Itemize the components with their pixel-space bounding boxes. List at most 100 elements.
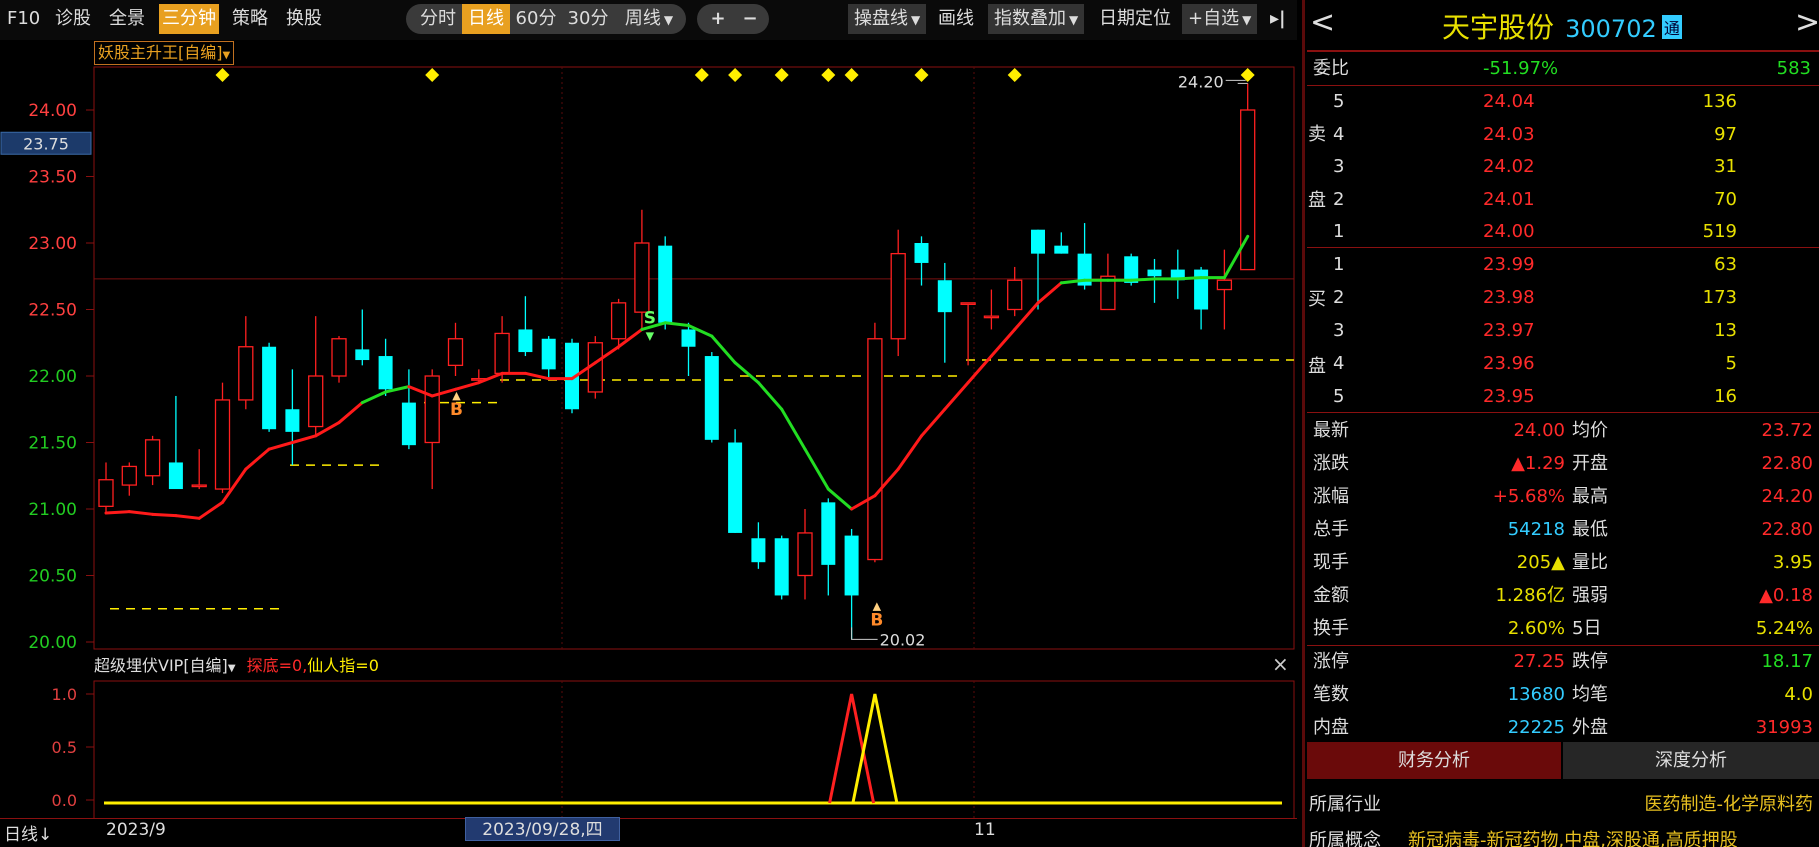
sub-indicator-param-2: 仙人指=0 xyxy=(307,656,379,675)
buy-order-row[interactable]: 2 23.98 173 xyxy=(1307,281,1819,314)
close-icon[interactable]: × xyxy=(1272,652,1289,676)
sell-order-row[interactable]: 1 24.00 519 xyxy=(1307,215,1819,248)
stat-label: 换手 xyxy=(1313,618,1349,639)
weibi-label: 委比 xyxy=(1313,58,1349,79)
period-intraday[interactable]: 分时 xyxy=(416,4,460,34)
industry-value[interactable]: 医药制造-化学原料药 xyxy=(1645,790,1814,816)
stat-value: 24.00 xyxy=(1513,420,1565,441)
indicator-label-main[interactable]: 妖股主升王[自编]▼ xyxy=(94,41,235,65)
candle-body-up xyxy=(308,375,324,428)
weibi-diff: 583 xyxy=(1776,58,1811,79)
diagnose-button[interactable]: 诊股 xyxy=(55,4,91,34)
period-weekly[interactable]: 周线 ▼ xyxy=(618,4,680,34)
industry-label: 所属行业 xyxy=(1309,794,1381,815)
stat-row: 涨停 27.25 跌停 18.17 xyxy=(1307,645,1819,678)
signal-diamond xyxy=(215,68,230,82)
index-overlay-dropdown[interactable]: 指数叠加 ▼ xyxy=(988,4,1085,34)
candle-body-down xyxy=(262,346,277,430)
tab-depth-analysis[interactable]: 深度分析 xyxy=(1563,742,1819,779)
add-watchlist-dropdown[interactable]: +自选 ▼ xyxy=(1182,4,1258,34)
stat-value: 22225 xyxy=(1507,717,1565,738)
stat-label: 外盘 xyxy=(1572,717,1608,738)
three-minute-button[interactable]: 三分钟 xyxy=(159,4,219,34)
order-volume: 70 xyxy=(1714,188,1737,210)
ma-line-segment xyxy=(780,407,807,451)
order-price: 24.03 xyxy=(1483,123,1535,145)
sell-order-row[interactable]: 5 24.04 136 xyxy=(1307,85,1819,118)
order-level: 1 xyxy=(1333,254,1345,275)
signal-diamond xyxy=(844,68,859,82)
candle-body-up xyxy=(494,332,510,374)
draw-button[interactable]: 画线 xyxy=(938,4,974,34)
chevron-down-icon[interactable]: ▼ xyxy=(228,663,236,674)
panorama-button[interactable]: 全景 xyxy=(109,4,145,34)
ma-line-segment xyxy=(523,371,551,381)
buy-order-row[interactable]: 5 23.95 16 xyxy=(1307,380,1819,413)
candle-body-down xyxy=(1194,269,1209,310)
arrow-down-icon: ↓ xyxy=(38,825,53,845)
period-switch[interactable]: 日线↓ xyxy=(4,820,52,845)
y-tick-label: 20.50 xyxy=(28,567,77,587)
ma-line-segment xyxy=(337,401,364,425)
stat-label: 5日 xyxy=(1572,618,1602,639)
sell-order-row[interactable]: 3 24.02 31 xyxy=(1307,150,1819,183)
next-stock-button[interactable]: > xyxy=(1795,5,1819,40)
concept-value[interactable]: 新冠病毒-新冠药物,中盘,深股通,高质押股 xyxy=(1408,826,1816,847)
stock-name: 天宇股份 xyxy=(1442,11,1555,44)
ma-line-segment xyxy=(477,371,504,385)
candle-body-down xyxy=(518,329,533,353)
order-volume: 519 xyxy=(1702,221,1737,242)
zoom-in-button[interactable]: + xyxy=(705,4,731,34)
buy-order-row[interactable]: 4 23.96 5 xyxy=(1307,347,1819,380)
date-locate-button[interactable]: 日期定位 xyxy=(1099,4,1171,34)
candle-body-down xyxy=(751,538,766,563)
buy-order-row[interactable]: 3 23.97 13 xyxy=(1307,314,1819,347)
ma-line-segment xyxy=(267,441,294,451)
sub-indicator-name[interactable]: 超级埋伏VIP[自编] xyxy=(94,656,228,675)
ma-line-segment xyxy=(803,447,830,491)
stat-value: 4.0 xyxy=(1784,684,1813,705)
zoom-out-button[interactable]: − xyxy=(737,4,763,34)
tab-financial-analysis[interactable]: 财务分析 xyxy=(1307,742,1561,779)
prev-stock-button[interactable]: < xyxy=(1310,5,1335,40)
x-axis-mid-label: 11 xyxy=(974,820,996,840)
collapse-panel-icon[interactable]: ▸| xyxy=(1270,4,1286,34)
stat-value: 54218 xyxy=(1507,519,1565,540)
order-price: 23.96 xyxy=(1483,353,1535,374)
stat-value: 18.17 xyxy=(1761,651,1813,672)
sell-order-row[interactable]: 4 24.03 97 xyxy=(1307,118,1819,151)
period-60min[interactable]: 60分 xyxy=(514,4,558,34)
signal-spike xyxy=(828,693,876,804)
period-daily[interactable]: 日线 xyxy=(462,4,510,34)
chevron-down-icon: ▼ xyxy=(222,50,231,61)
candle-body-up xyxy=(98,479,114,507)
order-price: 23.95 xyxy=(1483,386,1535,407)
stat-label: 涨跌 xyxy=(1313,453,1349,474)
arrow-down-icon: ▼ xyxy=(646,329,655,342)
sub-indicator-chart[interactable]: 1.0 0.5 0.0 xyxy=(0,680,1297,820)
order-level: 5 xyxy=(1333,386,1345,407)
low-price-label: 20.02 xyxy=(880,630,926,649)
signal-diamond xyxy=(425,68,440,82)
candle-body-down xyxy=(658,245,673,323)
f10-button[interactable]: F10 xyxy=(7,4,40,34)
strategy-button[interactable]: 策略 xyxy=(232,4,268,34)
stat-label: 最高 xyxy=(1572,486,1608,507)
buy-order-row[interactable]: 1 23.99 63 xyxy=(1307,248,1819,281)
candle-body-up xyxy=(610,302,627,340)
stat-value: 22.80 xyxy=(1761,453,1813,474)
candle-body-down xyxy=(401,402,416,446)
sell-order-row[interactable]: 2 24.01 70 xyxy=(1307,183,1819,216)
stat-row: 金额 1.286亿 强弱 ▲0.18 xyxy=(1307,579,1819,612)
order-level: 5 xyxy=(1333,91,1345,112)
trade-line-dropdown[interactable]: 操盘线 ▼ xyxy=(848,4,927,34)
main-indicator-name: 妖股主升王[自编] xyxy=(98,43,223,62)
candle-body-down xyxy=(728,442,743,533)
order-volume: 31 xyxy=(1714,156,1737,177)
candlestick-chart[interactable]: 24.00 23.50 23.00 22.50 22.00 21.50 21.00 20.50… xyxy=(0,66,1297,650)
ma-line-segment xyxy=(733,361,760,385)
period-30min[interactable]: 30分 xyxy=(566,4,610,34)
switch-stock-button[interactable]: 换股 xyxy=(286,4,322,34)
order-volume: 173 xyxy=(1702,287,1737,308)
signal-diamond xyxy=(1007,68,1022,82)
